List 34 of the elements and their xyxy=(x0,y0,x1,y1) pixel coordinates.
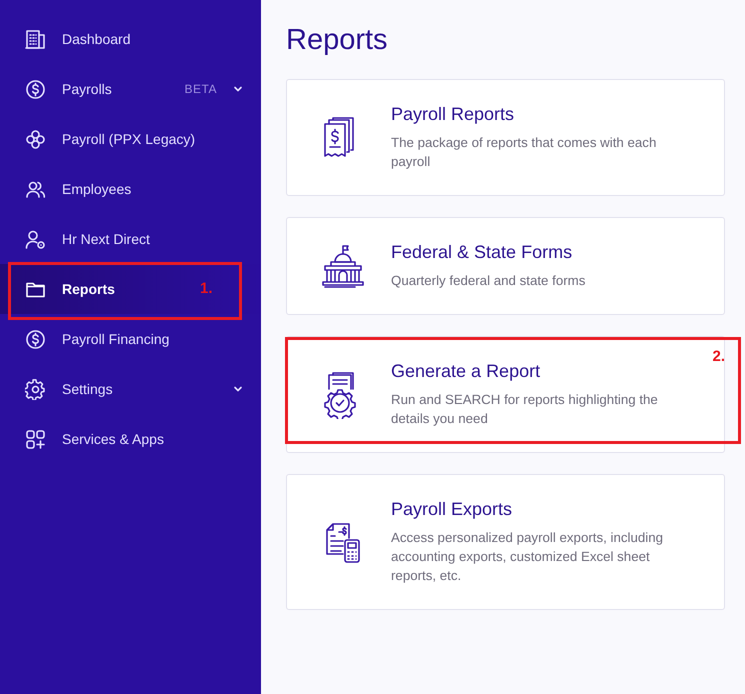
sidebar-item[interactable]: Hr Next Direct xyxy=(0,214,261,264)
sidebar-item[interactable]: Payroll Financing xyxy=(0,314,261,364)
chevron-down-icon[interactable] xyxy=(233,84,243,94)
sidebar-item[interactable]: Settings xyxy=(0,364,261,414)
dollar-icon xyxy=(25,328,46,350)
card-title: Payroll Exports xyxy=(391,499,514,520)
apps-icon xyxy=(25,428,46,450)
card-title: Payroll Reports xyxy=(391,104,516,125)
user-icon xyxy=(25,228,46,250)
building-icon xyxy=(25,28,46,50)
settings-icon xyxy=(25,378,46,400)
step-number: 2. xyxy=(712,348,725,365)
card-title: Generate a Report xyxy=(391,361,542,382)
flower-icon xyxy=(25,128,46,150)
report-card[interactable]: Payroll Exports Access personalized payroll exports, including accounting exports, customized Excel sheet reports, etc. xyxy=(286,474,725,610)
report-card[interactable]: Federal & State Forms Quarterly federal and state forms xyxy=(286,217,725,315)
step-number: 1. xyxy=(200,280,213,297)
card-description: Run and SEARCH for reports highlighting the details you need xyxy=(391,391,659,428)
chevron-down-icon[interactable] xyxy=(233,384,243,394)
sidebar-item[interactable]: Payroll (PPX Legacy) xyxy=(0,114,261,164)
people-icon xyxy=(25,178,46,200)
card-title: Federal & State Forms xyxy=(391,242,574,263)
card-description: Access personalized payroll exports, including accounting exports, customized Excel sheet reports, etc. xyxy=(391,529,664,585)
sidebar-item[interactable]: Dashboard xyxy=(0,14,261,64)
sidebar-item[interactable]: Employees xyxy=(0,164,261,214)
card-description: Quarterly federal and state forms xyxy=(391,272,586,290)
sidebar-item[interactable]: Payrolls BETA xyxy=(0,64,261,114)
card-description: The package of reports that comes with each payroll xyxy=(391,134,658,171)
report-card[interactable]: Payroll Reports The package of reports that comes with each payroll xyxy=(286,79,725,196)
building-icon xyxy=(319,242,367,290)
beta-label: BETA xyxy=(184,82,217,96)
page-title: Reports xyxy=(286,24,389,57)
sidebar-item[interactable]: Services & Apps xyxy=(0,414,261,464)
dollar-icon xyxy=(25,78,46,100)
